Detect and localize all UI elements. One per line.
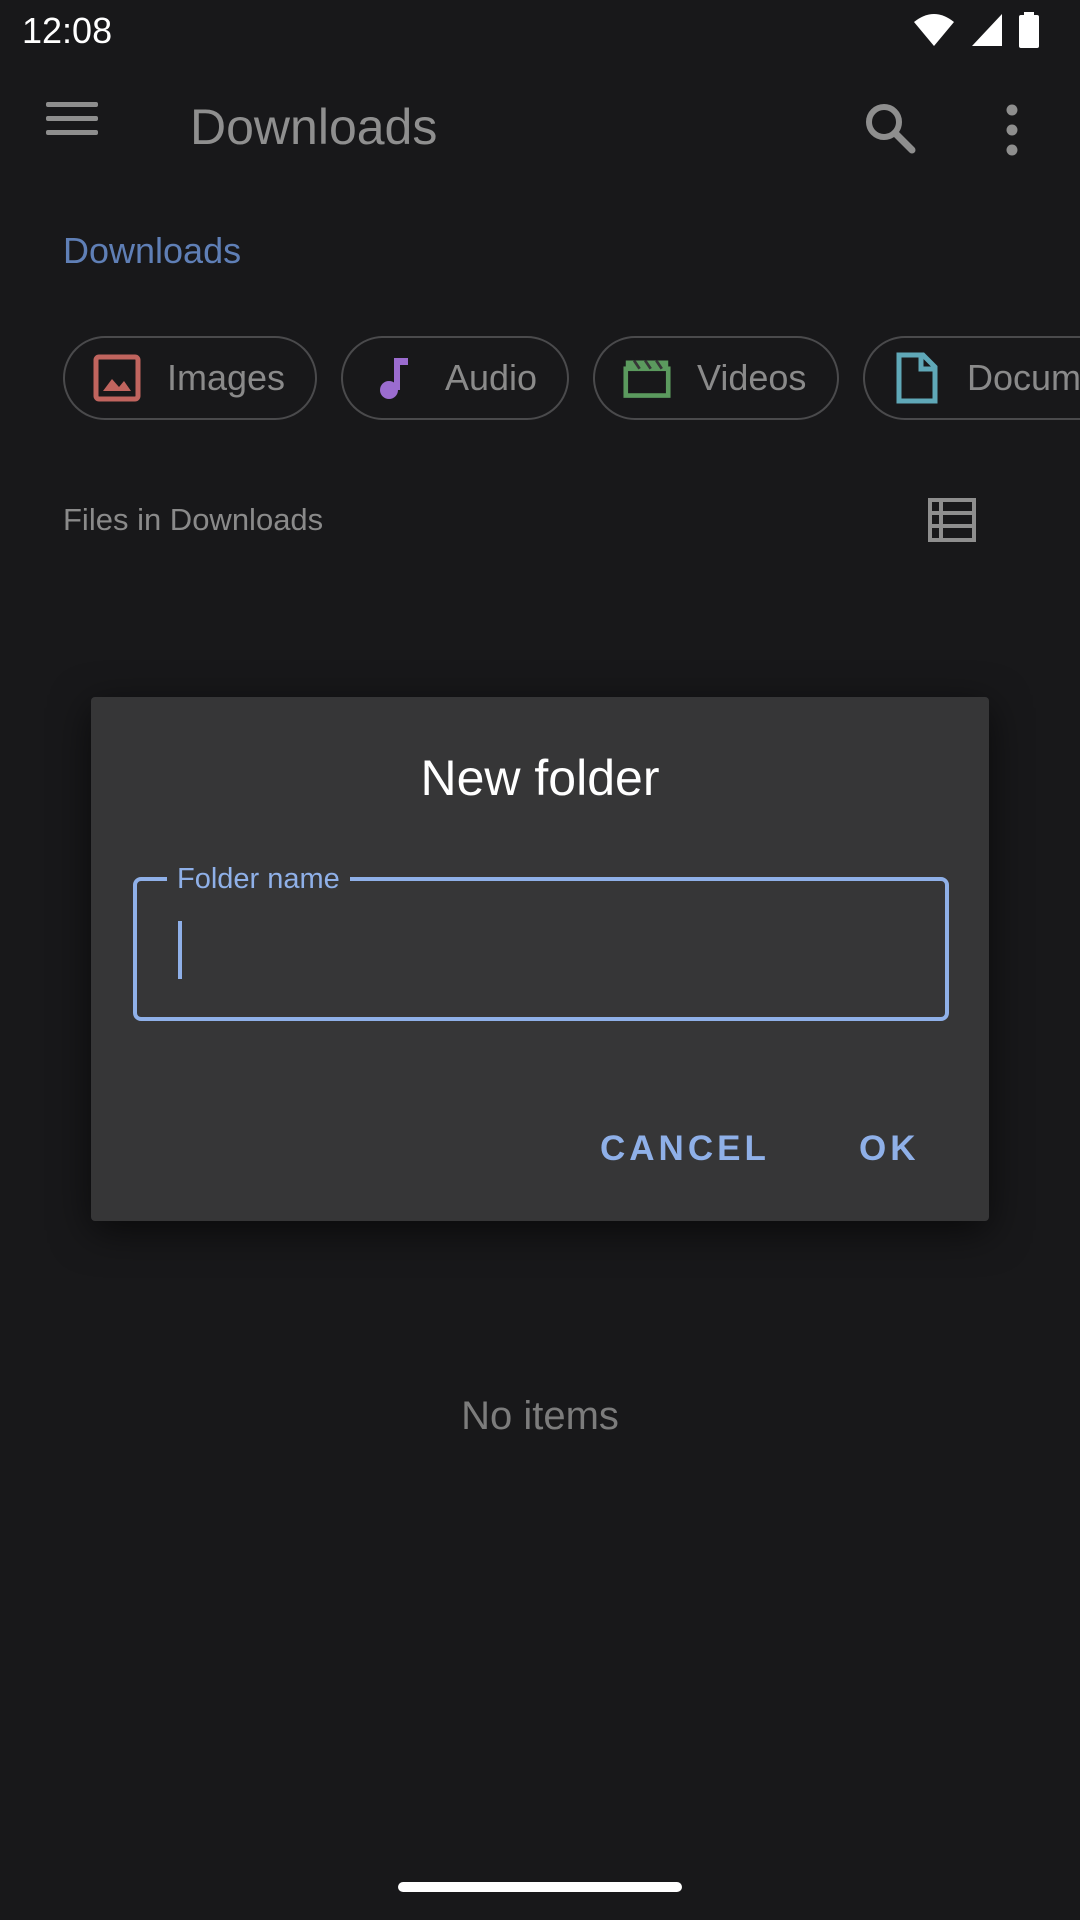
chip-images[interactable]: Images bbox=[63, 336, 317, 420]
chip-label: Audio bbox=[445, 357, 538, 398]
menu-button[interactable] bbox=[46, 102, 98, 150]
chip-documents[interactable]: Docum bbox=[863, 336, 1080, 420]
folder-name-input[interactable] bbox=[177, 921, 897, 979]
category-chips: Images Audio Videos Docum bbox=[63, 336, 1080, 420]
dialog-title: New folder bbox=[420, 750, 660, 806]
folder-name-label: Folder name bbox=[167, 859, 350, 899]
document-icon bbox=[893, 352, 941, 404]
text-cursor bbox=[178, 921, 182, 979]
navigation-handle[interactable] bbox=[398, 1882, 682, 1892]
music-note-icon bbox=[371, 354, 419, 402]
status-icons bbox=[912, 12, 1040, 48]
chip-audio[interactable]: Audio bbox=[341, 336, 569, 420]
section-title: Files in Downloads bbox=[63, 502, 324, 537]
folder-name-field[interactable]: Folder name bbox=[133, 859, 949, 1021]
app-title: Downloads bbox=[190, 99, 438, 155]
menu-icon-line bbox=[46, 130, 98, 135]
image-icon bbox=[93, 354, 141, 402]
screen: 12:08 Downloads Downloads Images Audio V… bbox=[0, 0, 1080, 1920]
chip-label: Docum bbox=[967, 357, 1080, 398]
more-options-icon[interactable] bbox=[1000, 102, 1024, 158]
clapperboard-icon bbox=[623, 354, 671, 402]
empty-state-text: No items bbox=[461, 1394, 619, 1438]
new-folder-dialog: New folder Folder name CANCEL OK bbox=[91, 697, 989, 1221]
chip-label: Videos bbox=[697, 357, 807, 398]
status-bar: 12:08 bbox=[0, 0, 1080, 64]
wifi-icon bbox=[914, 14, 954, 46]
list-view-icon[interactable] bbox=[928, 498, 976, 542]
chip-videos[interactable]: Videos bbox=[593, 336, 839, 420]
battery-icon bbox=[1019, 12, 1039, 48]
cancel-button[interactable]: CANCEL bbox=[600, 1129, 770, 1169]
status-time: 12:08 bbox=[22, 10, 113, 51]
menu-icon-line bbox=[46, 116, 98, 121]
ok-button[interactable]: OK bbox=[859, 1129, 920, 1169]
cellular-signal-icon bbox=[972, 14, 1002, 46]
chip-label: Images bbox=[167, 357, 286, 398]
menu-icon bbox=[46, 102, 98, 107]
app-bar: Downloads bbox=[0, 64, 1080, 188]
search-icon[interactable] bbox=[862, 100, 918, 156]
breadcrumb[interactable]: Downloads bbox=[63, 230, 241, 272]
